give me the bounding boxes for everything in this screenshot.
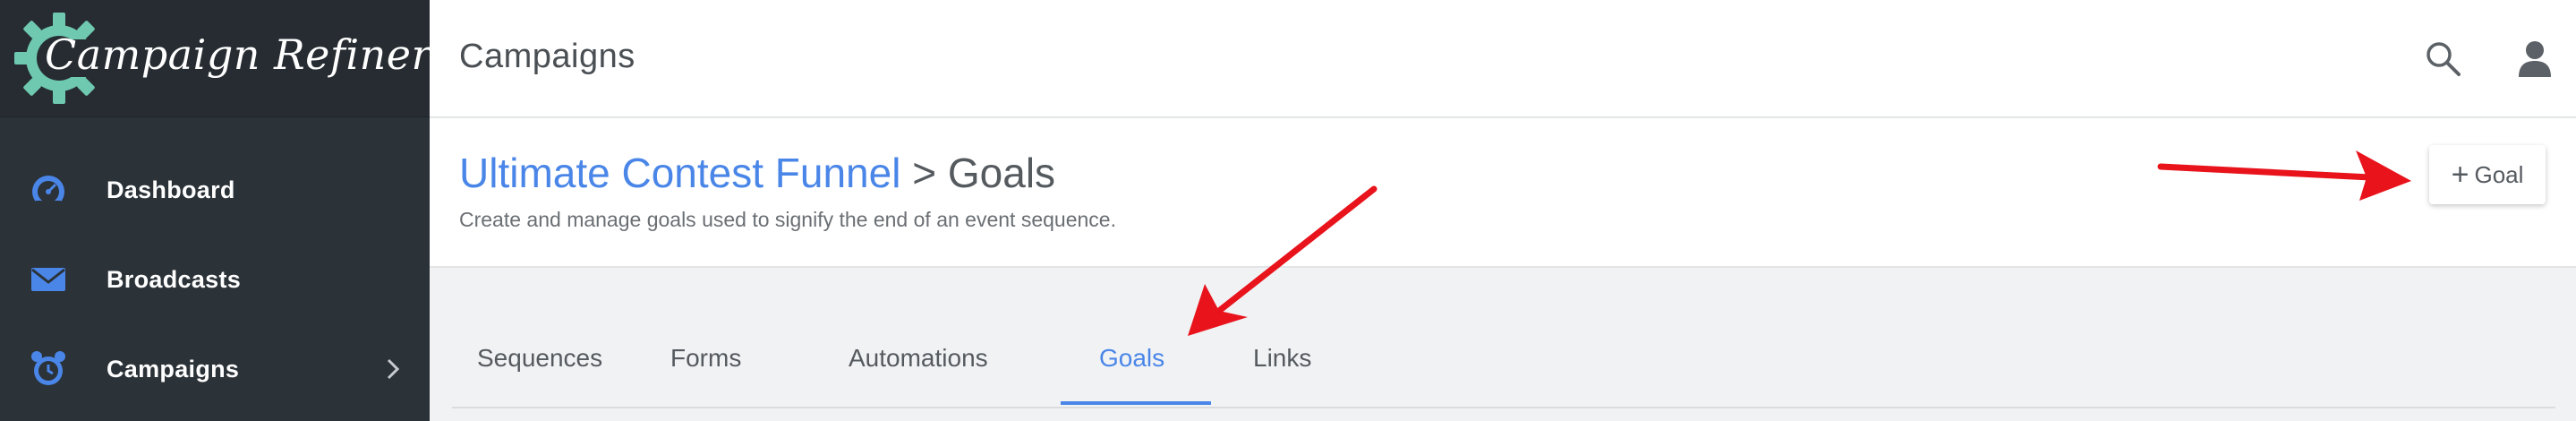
tab-forms[interactable]: Forms xyxy=(670,344,741,373)
envelope-icon xyxy=(31,268,65,291)
sidebar-item-campaigns[interactable]: Campaigns xyxy=(0,324,430,414)
breadcrumb: Ultimate Contest Funnel > Goals xyxy=(459,149,1055,197)
breadcrumb-link-campaign[interactable]: Ultimate Contest Funnel xyxy=(459,150,900,196)
sidebar: Campaign Refinery Dashboard Broadcasts C… xyxy=(0,0,455,421)
brand-header[interactable]: Campaign Refinery xyxy=(0,0,455,117)
chevron-right-icon xyxy=(387,358,400,380)
breadcrumb-current: Goals xyxy=(947,150,1056,196)
tab-bar: Sequences Forms Automations Goals Links xyxy=(452,268,2555,408)
tab-automations[interactable]: Automations xyxy=(849,344,988,373)
sidebar-item-label: Campaigns xyxy=(107,355,240,382)
speedometer-icon xyxy=(32,176,64,208)
breadcrumb-separator: > xyxy=(912,150,937,196)
sidebar-item-label: Broadcasts xyxy=(107,265,242,293)
user-icon[interactable] xyxy=(2517,39,2553,77)
page-title: Campaigns xyxy=(459,38,635,75)
page-description: Create and manage goals used to signify … xyxy=(459,208,1116,231)
plus-icon: + xyxy=(2451,158,2469,192)
brand-name: Campaign Refinery xyxy=(45,30,456,79)
alarm-clock-icon xyxy=(31,351,65,385)
top-header: Campaigns xyxy=(430,0,2576,118)
active-tab-indicator xyxy=(1061,401,1211,405)
sidebar-item-label: Dashboard xyxy=(107,176,235,203)
add-goal-label: Goal xyxy=(2474,160,2524,188)
add-goal-button[interactable]: + Goal xyxy=(2429,145,2546,204)
tab-goals[interactable]: Goals xyxy=(1099,344,1164,373)
sidebar-item-dashboard[interactable]: Dashboard xyxy=(0,145,430,235)
tab-sequences[interactable]: Sequences xyxy=(477,344,602,373)
sidebar-item-broadcasts[interactable]: Broadcasts xyxy=(0,235,430,324)
tab-links[interactable]: Links xyxy=(1253,344,1311,373)
search-icon[interactable] xyxy=(2424,39,2461,77)
page-header: Ultimate Contest Funnel > Goals Create a… xyxy=(430,118,2576,268)
content-area: Sequences Forms Automations Goals Links xyxy=(430,268,2576,421)
